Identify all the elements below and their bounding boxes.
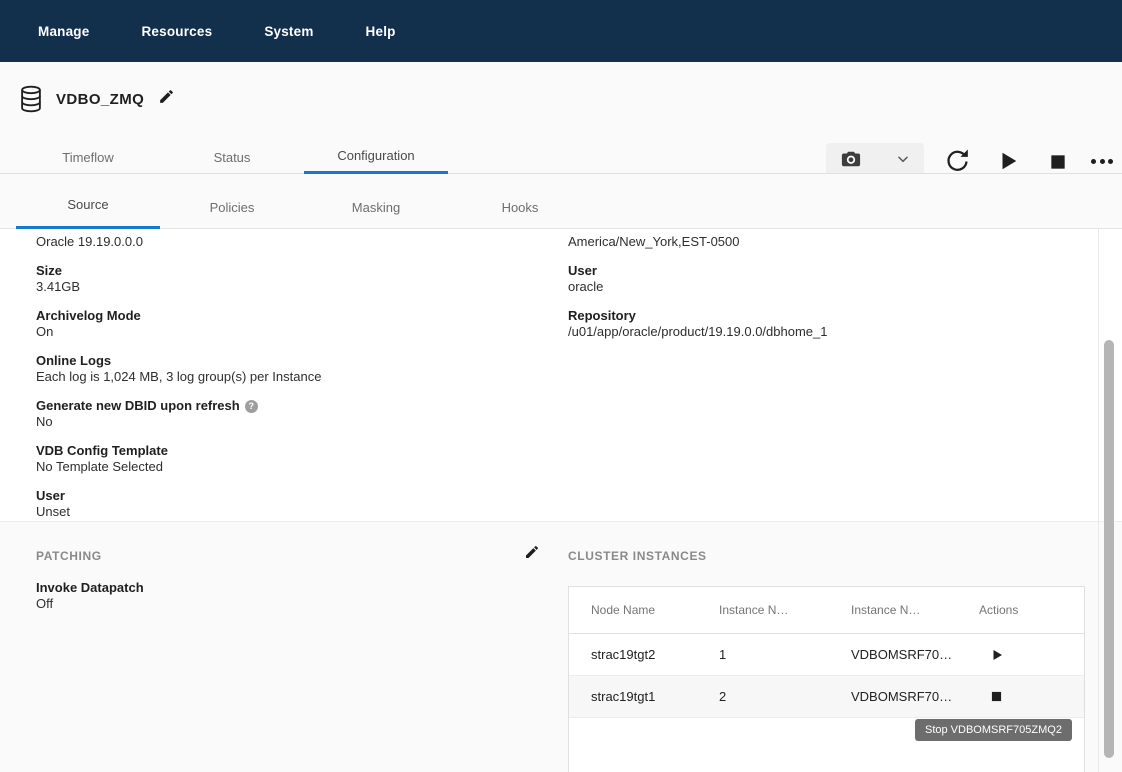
detail-archivelog-mode: Archivelog Mode On <box>36 308 536 340</box>
nav-item-system[interactable]: System <box>264 24 313 39</box>
page-title: VDBO_ZMQ <box>56 91 144 108</box>
table-row[interactable]: strac19tgt1 2 VDBOMSRF70… <box>569 676 1084 718</box>
stop-instance-button[interactable] <box>991 691 1084 702</box>
patching-section-title: PATCHING <box>36 549 102 563</box>
help-icon[interactable]: ? <box>245 400 258 413</box>
tab-timeflow[interactable]: Timeflow <box>16 140 160 174</box>
edit-patching-icon[interactable] <box>524 544 540 565</box>
detail-version: Oracle 19.19.0.0.0 <box>36 234 536 250</box>
cell-node-name: strac19tgt2 <box>591 647 719 662</box>
subtab-masking[interactable]: Masking <box>304 174 448 229</box>
patching-fields: Invoke Datapatch Off <box>36 580 144 625</box>
column-header-node-name: Node Name <box>591 603 719 617</box>
details-column-left: Oracle 19.19.0.0.0 Size 3.41GB Archivelo… <box>36 234 536 533</box>
start-instance-button[interactable] <box>991 649 1084 661</box>
nav-item-manage[interactable]: Manage <box>38 24 89 39</box>
cluster-instances-table: Node Name Instance N… Instance N… Action… <box>568 586 1085 772</box>
detail-user-oracle: User oracle <box>568 263 1088 295</box>
cell-node-name: strac19tgt1 <box>591 689 719 704</box>
tab-configuration[interactable]: Configuration <box>304 140 448 174</box>
column-header-instance-name: Instance N… <box>851 603 979 617</box>
cell-instance-name: VDBOMSRF70… <box>851 647 979 662</box>
title-bar: VDBO_ZMQ <box>0 62 1122 140</box>
detail-user-unset: User Unset <box>36 488 536 520</box>
details-column-right: America/New_York,EST-0500 User oracle Re… <box>568 234 1088 353</box>
detail-vdb-config-template: VDB Config Template No Template Selected <box>36 443 536 475</box>
database-icon <box>18 84 44 114</box>
subtab-source[interactable]: Source <box>16 174 160 229</box>
top-navigation-bar: Manage Resources System Help <box>0 0 1122 62</box>
cell-instance-name: VDBOMSRF70… <box>851 689 979 704</box>
cell-instance-number: 1 <box>719 647 851 662</box>
configuration-subtabs: Source Policies Masking Hooks <box>0 174 1122 229</box>
column-header-actions: Actions <box>979 603 1084 617</box>
detail-size: Size 3.41GB <box>36 263 536 295</box>
source-details-panel: Oracle 19.19.0.0.0 Size 3.41GB Archivelo… <box>0 229 1122 772</box>
detail-timezone: America/New_York,EST-0500 <box>568 234 1088 250</box>
stop-instance-tooltip: Stop VDBOMSRF705ZMQ2 <box>915 719 1072 741</box>
detail-online-logs: Online Logs Each log is 1,024 MB, 3 log … <box>36 353 536 385</box>
content-pane-border <box>1098 229 1099 772</box>
main-tabs: Timeflow Status Configuration <box>0 140 1122 174</box>
cell-instance-number: 2 <box>719 689 851 704</box>
nav-item-help[interactable]: Help <box>366 24 396 39</box>
nav-item-resources[interactable]: Resources <box>141 24 212 39</box>
table-header-row: Node Name Instance N… Instance N… Action… <box>569 587 1084 634</box>
detail-invoke-datapatch: Invoke Datapatch Off <box>36 580 144 612</box>
table-row[interactable]: strac19tgt2 1 VDBOMSRF70… <box>569 634 1084 676</box>
cluster-instances-section-title: CLUSTER INSTANCES <box>568 549 707 563</box>
detail-generate-dbid: Generate new DBID upon refresh? No <box>36 398 536 430</box>
edit-title-icon[interactable] <box>158 88 175 110</box>
column-header-instance-number: Instance N… <box>719 603 851 617</box>
detail-repository: Repository /u01/app/oracle/product/19.19… <box>568 308 1088 340</box>
subtab-hooks[interactable]: Hooks <box>448 174 592 229</box>
subtab-policies[interactable]: Policies <box>160 174 304 229</box>
vertical-scrollbar-thumb[interactable] <box>1104 340 1114 758</box>
tab-status[interactable]: Status <box>160 140 304 174</box>
